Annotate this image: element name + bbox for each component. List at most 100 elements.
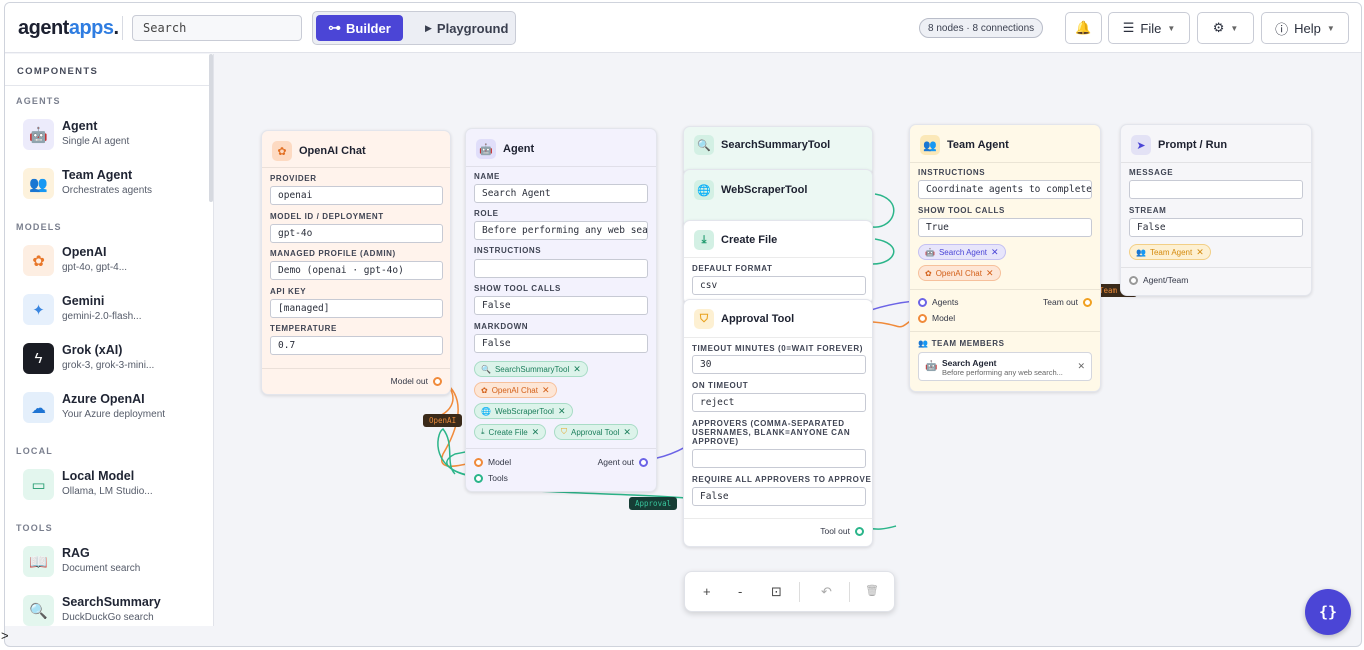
sidebar-item-rag[interactable]: 📖 RAG Document search bbox=[23, 542, 208, 582]
close-icon[interactable]: ✕ bbox=[573, 364, 581, 375]
help-menu-button[interactable]: ⓘ Help ▼ bbox=[1261, 12, 1349, 44]
approvers-field[interactable] bbox=[692, 449, 866, 468]
sidebar-scrollbar[interactable] bbox=[209, 54, 213, 202]
sidebar-title: COMPONENTS bbox=[17, 66, 99, 77]
port-handle[interactable] bbox=[1129, 275, 1138, 285]
chip-openai-chat[interactable]: ✿ OpenAI Chat ✕ bbox=[918, 265, 1001, 281]
undo-button[interactable]: ↶ bbox=[821, 584, 832, 600]
agent-showtool-field[interactable]: False bbox=[474, 296, 648, 315]
zoom-out-button[interactable]: - bbox=[738, 584, 742, 599]
openai-icon: ✿ bbox=[481, 385, 488, 395]
sidebar-item-grok[interactable]: ϟ Grok (xAI) grok-3, grok-3-mini... bbox=[23, 339, 208, 379]
close-icon[interactable]: ✕ bbox=[532, 427, 540, 438]
port-handle[interactable] bbox=[918, 313, 927, 323]
search-input[interactable]: Search bbox=[132, 15, 302, 41]
node-header: 🔍 SearchSummaryTool bbox=[694, 135, 830, 155]
sidebar-item-gemini[interactable]: ✦ Gemini gemini-2.0-flash... bbox=[23, 290, 208, 330]
file-menu-button[interactable]: ☰ File ▼ bbox=[1108, 12, 1190, 44]
team-showtool-field[interactable]: True bbox=[918, 218, 1092, 237]
agents-in-port[interactable]: Agents bbox=[918, 297, 958, 307]
close-icon[interactable]: ✕ bbox=[558, 406, 566, 417]
chip-approval-tool[interactable]: ⛉ Approval Tool ✕ bbox=[554, 424, 638, 440]
port-handle[interactable] bbox=[918, 297, 927, 307]
timeout-field[interactable]: 30 bbox=[692, 355, 866, 374]
close-icon[interactable]: ✕ bbox=[623, 427, 631, 438]
flow-canvas[interactable]: OpenAI Approval Team Ag ✿ OpenAI Chat PRO… bbox=[215, 54, 1361, 635]
profile-field[interactable]: Demo (openai · gpt-4o) bbox=[270, 261, 443, 280]
node-agent[interactable]: 🤖 Agent NAME Search Agent ROLE Before per… bbox=[465, 128, 657, 492]
apikey-field[interactable]: [managed] bbox=[270, 299, 443, 318]
node-title: WebScraperTool bbox=[721, 184, 808, 196]
chip-searchsummarytool[interactable]: 🔍 SearchSummaryTool ✕ bbox=[474, 361, 588, 377]
team-member-card[interactable]: 🤖 Search Agent Before performing any web… bbox=[918, 352, 1092, 381]
builder-tab[interactable]: ⊶ Builder bbox=[316, 15, 403, 41]
port-handle[interactable] bbox=[639, 457, 648, 467]
agent-instructions-field[interactable] bbox=[474, 259, 648, 278]
graph-stats-badge: 8 nodes · 8 connections bbox=[919, 18, 1044, 38]
port-handle[interactable] bbox=[474, 473, 483, 483]
settings-button[interactable]: ⚙ ▼ bbox=[1197, 12, 1254, 44]
ontimeout-field[interactable]: reject bbox=[692, 393, 866, 412]
close-icon[interactable]: ✕ bbox=[991, 247, 999, 258]
sidebar-item-agent[interactable]: 🤖 Agent Single AI agent bbox=[23, 115, 208, 155]
port-handle[interactable] bbox=[855, 526, 864, 536]
sidebar-item-team-agent[interactable]: 👥 Team Agent Orchestrates agents bbox=[23, 164, 208, 204]
agent-team-in-port[interactable]: Agent/Team bbox=[1129, 275, 1188, 285]
port-handle[interactable] bbox=[474, 457, 483, 467]
chip-webscrapertool[interactable]: 🌐 WebScraperTool ✕ bbox=[474, 403, 573, 419]
temperature-field[interactable]: 0.7 bbox=[270, 336, 443, 355]
chip-label: Approval Tool bbox=[571, 427, 620, 437]
app-window: agentapps. Search ⊶ Builder ▶ Playground 8… bbox=[4, 2, 1362, 647]
json-view-button[interactable]: {} bbox=[1305, 589, 1351, 635]
sidebar-item-azure-openai[interactable]: ☁ Azure OpenAI Your Azure deployment bbox=[23, 388, 208, 428]
sidebar-item-searchsummary[interactable]: 🔍 SearchSummary DuckDuckGo search bbox=[23, 591, 208, 626]
format-label: DEFAULT FORMAT bbox=[692, 264, 773, 273]
chip-create-file[interactable]: ⤓ Create File ✕ bbox=[474, 424, 547, 440]
model-out-port[interactable]: Model out bbox=[391, 376, 442, 386]
tool-out-port[interactable]: Tool out bbox=[820, 526, 864, 536]
trash-button[interactable]: 🗑 bbox=[865, 584, 879, 597]
stream-field[interactable]: False bbox=[1129, 218, 1303, 237]
node-prompt-run[interactable]: ➤ Prompt / Run MESSAGE STREAM False 👥 Team… bbox=[1120, 124, 1312, 296]
agent-name-field[interactable]: Search Agent bbox=[474, 184, 648, 203]
tools-in-port[interactable]: Tools bbox=[474, 473, 508, 483]
port-handle[interactable] bbox=[1083, 297, 1092, 307]
sidebar-item-openai[interactable]: ✿ OpenAI gpt-4o, gpt-4... bbox=[23, 241, 208, 281]
chip-search-agent[interactable]: 🤖 Search Agent ✕ bbox=[918, 244, 1006, 260]
gear-icon: ⚙ bbox=[1212, 20, 1225, 35]
app-logo[interactable]: agentapps. bbox=[18, 17, 119, 40]
format-field[interactable]: csv bbox=[692, 276, 866, 295]
robot-icon: 🤖 bbox=[476, 139, 496, 159]
model-in-port[interactable]: Model bbox=[918, 313, 955, 323]
team-out-port[interactable]: Team out bbox=[1043, 297, 1092, 307]
message-field[interactable] bbox=[1129, 180, 1303, 199]
team-instructions-field[interactable]: Coordinate agents to complete bbox=[918, 180, 1092, 199]
close-icon[interactable]: ✕ bbox=[986, 268, 994, 279]
node-create-file[interactable]: ⤓ Create File DEFAULT FORMAT csv bbox=[683, 220, 873, 305]
model-field[interactable]: gpt-4o bbox=[270, 224, 443, 243]
close-icon[interactable]: ✕ bbox=[542, 385, 550, 396]
agent-out-port[interactable]: Agent out bbox=[598, 457, 648, 467]
item-title: RAG bbox=[62, 546, 90, 560]
divider bbox=[799, 582, 800, 602]
provider-field[interactable]: openai bbox=[270, 186, 443, 205]
model-in-port[interactable]: Model bbox=[474, 457, 511, 467]
node-team-agent[interactable]: 👥 Team Agent INSTRUCTIONS Coordinate agen… bbox=[909, 124, 1101, 392]
caret-down-icon: ▼ bbox=[1167, 23, 1176, 33]
agent-markdown-field[interactable]: False bbox=[474, 334, 648, 353]
sidebar-item-local-model[interactable]: ▭ Local Model Ollama, LM Studio... bbox=[23, 465, 208, 505]
playground-tab[interactable]: ▶ Playground bbox=[413, 15, 520, 41]
agent-role-field[interactable]: Before performing any web search bbox=[474, 221, 648, 240]
close-icon[interactable]: ✕ bbox=[1077, 361, 1085, 372]
chip-openai-chat[interactable]: ✿ OpenAI Chat ✕ bbox=[474, 382, 557, 398]
zoom-in-button[interactable]: + bbox=[703, 584, 711, 599]
item-subtitle: Your Azure deployment bbox=[62, 409, 166, 420]
requireall-field[interactable]: False bbox=[692, 487, 866, 506]
port-handle[interactable] bbox=[433, 376, 442, 386]
chip-team-agent[interactable]: 👥 Team Agent ✕ bbox=[1129, 244, 1211, 260]
fit-view-button[interactable]: ⊡ bbox=[771, 584, 782, 600]
close-icon[interactable]: ✕ bbox=[1196, 247, 1204, 258]
notifications-button[interactable]: 🔔 bbox=[1065, 12, 1102, 44]
node-openai-chat[interactable]: ✿ OpenAI Chat PROVIDER openai MODEL ID / … bbox=[261, 130, 451, 395]
node-approval-tool[interactable]: ⛉ Approval Tool TIMEOUT MINUTES (0=WAIT F… bbox=[683, 299, 873, 547]
